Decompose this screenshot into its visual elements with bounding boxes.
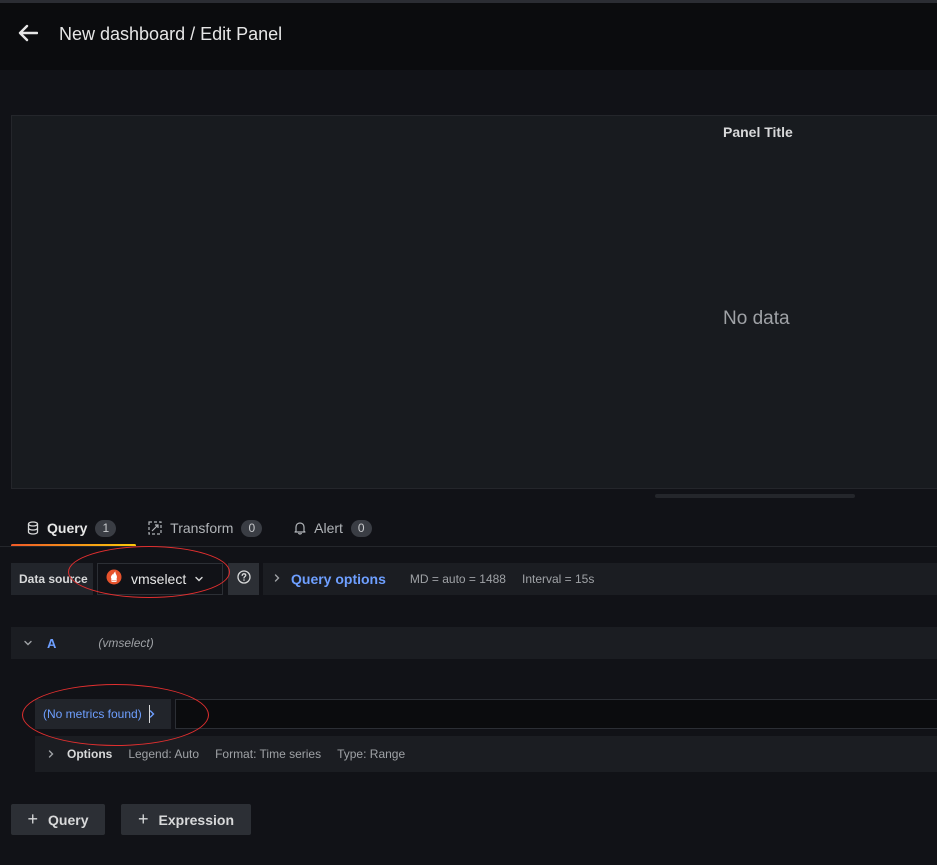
plus-icon: + <box>27 809 39 829</box>
chevron-right-icon <box>273 570 281 588</box>
query-options-link[interactable]: Query options <box>291 571 386 587</box>
interval-info: Interval = 15s <box>521 572 595 586</box>
query-row-header: A (vmselect) <box>11 627 937 659</box>
datasource-help-button[interactable] <box>228 563 259 595</box>
tab-label: Alert <box>314 520 343 536</box>
database-icon <box>27 521 39 535</box>
transform-icon <box>148 521 162 535</box>
type-setting: Type: Range <box>337 747 406 761</box>
query-ref-id[interactable]: A <box>47 636 56 651</box>
panel-title[interactable]: Panel Title <box>723 124 793 140</box>
metrics-browser-button[interactable]: (No metrics found) <box>35 699 171 729</box>
add-query-button[interactable]: + Query <box>11 804 105 835</box>
page-title: New dashboard / Edit Panel <box>59 24 283 44</box>
tab-count-badge: 1 <box>95 519 117 537</box>
query-options-bar[interactable]: Query options MD = auto = 1488 Interval … <box>263 563 937 595</box>
tab-label: Transform <box>170 520 234 536</box>
back-button[interactable] <box>14 22 42 48</box>
splitter-handle[interactable] <box>655 494 855 498</box>
add-expression-label: Expression <box>158 811 234 828</box>
query-datasource-name: (vmselect) <box>98 636 154 650</box>
datasource-picker[interactable]: vmselect <box>97 563 223 595</box>
format-setting: Format: Time series <box>215 747 322 761</box>
chevron-down-icon[interactable] <box>23 639 33 647</box>
query-expression-input[interactable] <box>175 699 937 729</box>
editor-tabs: Query 1 Transform 0 Alert 0 <box>11 510 388 547</box>
max-data-points: MD = auto = 1488 <box>409 572 506 586</box>
query-options-row[interactable]: Options Legend: Auto Format: Time series… <box>35 736 937 772</box>
tab-label: Query <box>47 520 88 536</box>
arrow-left-icon <box>18 24 39 47</box>
plus-icon: + <box>138 809 149 829</box>
add-query-label: Query <box>48 811 89 828</box>
options-label[interactable]: Options <box>67 747 112 761</box>
metrics-button-label: (No metrics found) <box>43 707 142 721</box>
legend-setting: Legend: Auto <box>128 747 200 761</box>
tabs-divider <box>0 546 937 547</box>
bell-icon <box>294 521 306 535</box>
tab-count-badge: 0 <box>350 519 372 537</box>
tab-alert[interactable]: Alert 0 <box>278 510 387 546</box>
panel-preview: Panel Title No data <box>11 115 937 489</box>
tab-query[interactable]: Query 1 <box>11 510 136 547</box>
chevron-down-icon <box>194 575 204 583</box>
no-data-message: No data <box>723 308 790 329</box>
top-border <box>0 0 937 3</box>
add-expression-button[interactable]: + Expression <box>121 804 251 835</box>
text-cursor <box>149 705 150 723</box>
top-bar: New dashboard / Edit Panel <box>0 0 937 70</box>
tab-count-badge: 0 <box>241 519 263 537</box>
prometheus-icon <box>106 569 122 590</box>
datasource-row: Data source vmselect Query options MD = … <box>11 563 937 595</box>
metrics-row: (No metrics found) <box>35 699 937 729</box>
question-circle-icon <box>236 569 251 589</box>
datasource-selected: vmselect <box>131 571 187 587</box>
datasource-label: Data source <box>11 563 93 595</box>
chevron-right-icon[interactable] <box>47 749 55 759</box>
tab-transform[interactable]: Transform 0 <box>132 510 278 546</box>
